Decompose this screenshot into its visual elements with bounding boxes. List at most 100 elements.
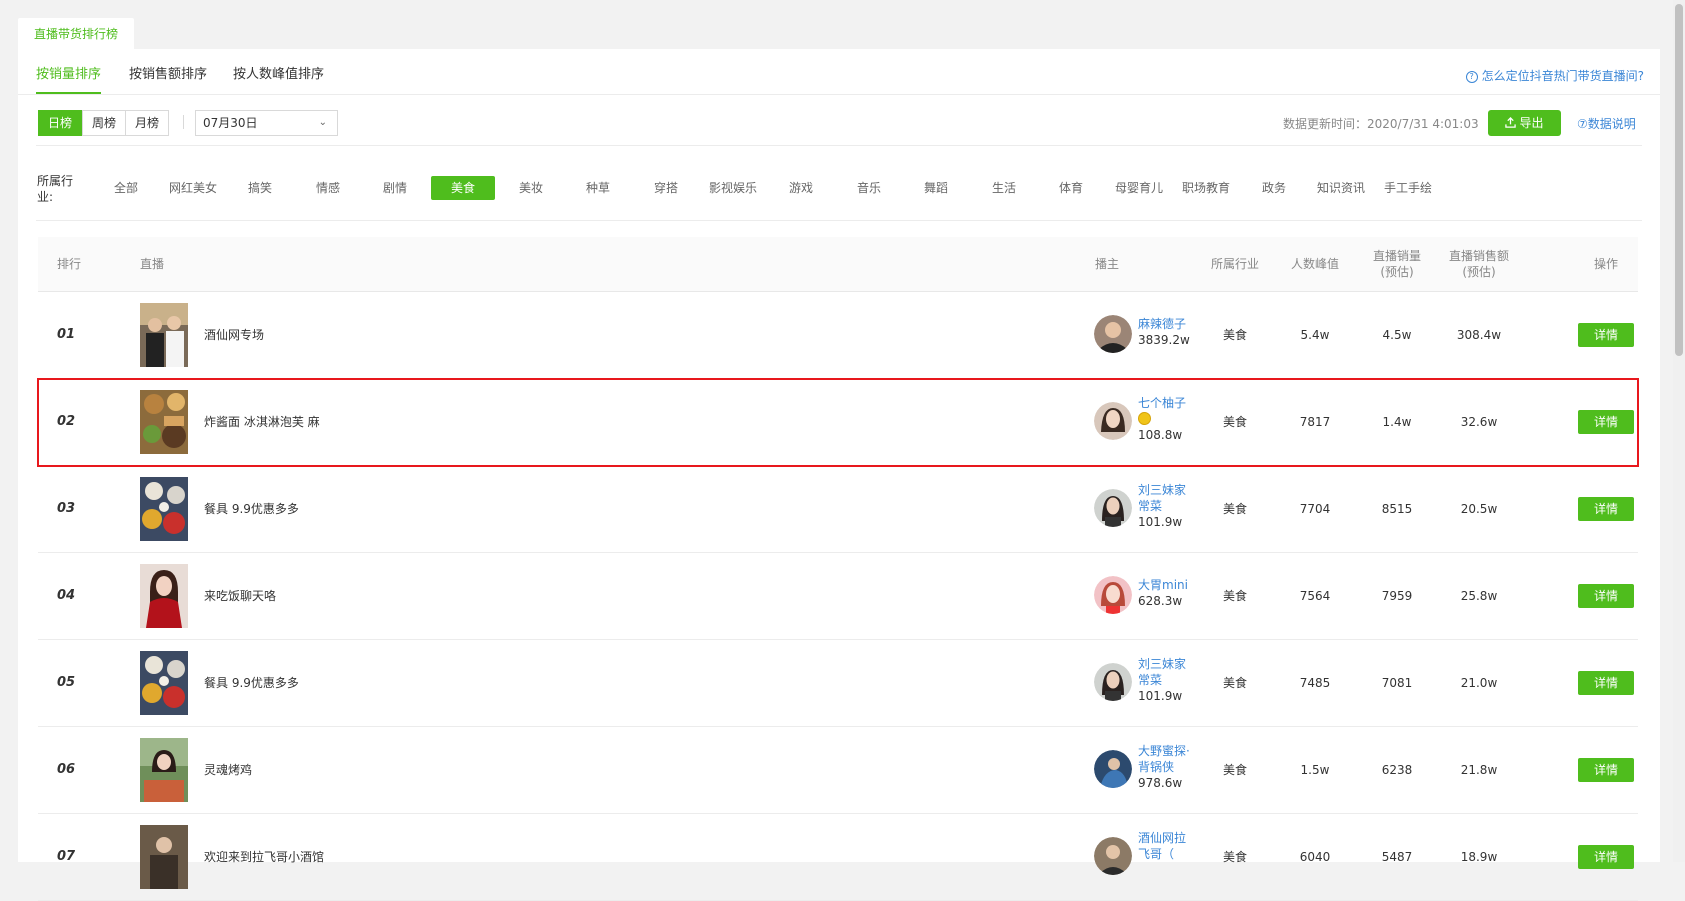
host-avatar[interactable] xyxy=(1094,489,1132,527)
live-title[interactable]: 来吃饭聊天咯 xyxy=(204,553,276,639)
table-header: 排行 直播 播主 所属行业 人数峰值 直播销量(预估) 直播销售额(预估) 操作 xyxy=(38,237,1638,292)
category-item[interactable]: 手工手绘 xyxy=(1384,176,1432,200)
col-peak: 人数峰值 xyxy=(1290,257,1339,271)
detail-button[interactable]: 详情 xyxy=(1578,584,1634,608)
live-thumbnail[interactable] xyxy=(140,738,188,802)
category-item[interactable]: 生活 xyxy=(992,176,1016,200)
export-button[interactable]: 导出 xyxy=(1488,110,1561,136)
host-name[interactable]: 刘三妹家常菜 xyxy=(1138,656,1192,688)
period-toggle: 日榜 周榜 月榜 xyxy=(38,110,169,136)
category-item[interactable]: 种草 xyxy=(586,176,610,200)
live-thumbnail[interactable] xyxy=(140,651,188,715)
col-sales: 直播销量(预估) xyxy=(1372,249,1421,279)
category-item[interactable]: 穿搭 xyxy=(654,176,678,200)
live-title[interactable]: 灵魂烤鸡 xyxy=(204,727,252,813)
category-item[interactable]: 舞蹈 xyxy=(924,176,948,200)
host-fans: 108.8w xyxy=(1138,428,1183,442)
live-title[interactable]: 酒仙网专场 xyxy=(204,292,264,378)
detail-button[interactable]: 详情 xyxy=(1578,758,1634,782)
detail-button[interactable]: 详情 xyxy=(1578,671,1634,695)
host-avatar[interactable] xyxy=(1094,837,1132,875)
tab-sort-by-sales[interactable]: 按销量排序 xyxy=(36,63,102,94)
peak-cell: 6040 xyxy=(1299,850,1331,864)
revenue-cell: 20.5w xyxy=(1460,502,1498,516)
live-thumbnail[interactable] xyxy=(140,477,188,541)
industry-cell: 美食 xyxy=(1222,589,1247,603)
industry-cell: 美食 xyxy=(1222,415,1247,429)
table-row: 07 欢迎来到拉飞哥小酒馆 酒仙网拉飞哥（ 美食 6040 5487 18.9w… xyxy=(38,814,1638,901)
host-name[interactable]: 大野蜜探·背锅侠 xyxy=(1138,743,1192,775)
host-avatar[interactable] xyxy=(1094,750,1132,788)
detail-button[interactable]: 详情 xyxy=(1578,323,1634,347)
tab-sort-by-revenue[interactable]: 按销售额排序 xyxy=(129,63,207,82)
category-item[interactable]: 网红美女 xyxy=(169,176,217,200)
category-filter: 所属行业: 全部 网红美女 搞笑 情感 剧情 美食 美妆 种草 穿搭 影视娱乐 … xyxy=(18,145,1660,221)
host-fans: 628.3w xyxy=(1138,594,1183,608)
rank-number: 01 xyxy=(57,327,76,342)
page-tab[interactable]: 直播带货排行榜 xyxy=(18,18,134,50)
host-name[interactable]: 刘三妹家常菜 xyxy=(1138,482,1192,514)
table-row: 04 来吃饭聊天咯 大胃mini 628.3w 美食 7564 7959 25.… xyxy=(38,553,1638,640)
category-item-active[interactable]: 美食 xyxy=(431,176,495,200)
category-item[interactable]: 职场教育 xyxy=(1182,176,1230,200)
page-scrollbar[interactable] xyxy=(1673,0,1685,862)
ranking-table: 排行 直播 播主 所属行业 人数峰值 直播销量(预估) 直播销售额(预估) 操作… xyxy=(37,237,1639,901)
data-note-link[interactable]: ⑦数据说明 xyxy=(1577,115,1636,132)
category-item[interactable]: 剧情 xyxy=(383,176,407,200)
host-name[interactable]: 麻辣德子 xyxy=(1138,316,1192,332)
category-item[interactable]: 母婴育儿 xyxy=(1115,176,1163,200)
ranking-panel: 按销量排序 按销售额排序 按人数峰值排序 ? 怎么定位抖音热门带货直播间? 日榜 … xyxy=(18,49,1660,901)
category-item[interactable]: 体育 xyxy=(1059,176,1083,200)
date-select[interactable]: 07月30日 ⌄ xyxy=(195,110,338,136)
host-avatar[interactable] xyxy=(1094,315,1132,353)
revenue-cell: 18.9w xyxy=(1460,850,1498,864)
host-fans: 101.9w xyxy=(1138,515,1183,529)
live-thumbnail[interactable] xyxy=(140,390,188,454)
help-link[interactable]: ? 怎么定位抖音热门带货直播间? xyxy=(1465,67,1644,84)
detail-button[interactable]: 详情 xyxy=(1578,410,1634,434)
category-item[interactable]: 音乐 xyxy=(857,176,881,200)
live-title[interactable]: 欢迎来到拉飞哥小酒馆 xyxy=(204,814,324,900)
live-thumbnail[interactable] xyxy=(140,303,188,367)
category-item[interactable]: 美妆 xyxy=(519,176,543,200)
live-thumbnail[interactable] xyxy=(140,564,188,628)
table-row: 03 餐具 9.9优惠多多 刘三妹家常菜 101.9w 美食 7704 8515… xyxy=(38,466,1638,553)
scrollbar-thumb[interactable] xyxy=(1675,4,1683,356)
sales-cell: 4.5w xyxy=(1382,328,1412,342)
update-time: 数据更新时间：2020/7/31 4:01:03 xyxy=(1283,117,1479,131)
live-thumbnail[interactable] xyxy=(140,825,188,889)
host-name[interactable]: 酒仙网拉飞哥（ xyxy=(1138,830,1192,862)
live-title[interactable]: 餐具 9.9优惠多多 xyxy=(204,466,299,552)
host-name[interactable]: 大胃mini xyxy=(1138,577,1192,593)
category-item[interactable]: 知识资讯 xyxy=(1317,176,1365,200)
host-name[interactable]: 七个柚子 xyxy=(1138,395,1192,411)
live-title[interactable]: 餐具 9.9优惠多多 xyxy=(204,640,299,726)
question-icon: ? xyxy=(1465,71,1478,83)
sales-cell: 1.4w xyxy=(1382,415,1412,429)
peak-cell: 1.5w xyxy=(1300,763,1330,777)
category-item[interactable]: 全部 xyxy=(114,176,138,200)
rank-number: 05 xyxy=(57,675,76,690)
host-avatar[interactable] xyxy=(1094,576,1132,614)
sales-cell: 7081 xyxy=(1381,676,1413,690)
rank-number: 02 xyxy=(57,414,76,429)
category-item[interactable]: 游戏 xyxy=(789,176,813,200)
tab-sort-by-peak[interactable]: 按人数峰值排序 xyxy=(233,63,324,82)
sales-cell: 8515 xyxy=(1381,502,1413,516)
host-avatar[interactable] xyxy=(1094,663,1132,701)
category-item[interactable]: 政务 xyxy=(1262,176,1286,200)
sales-cell: 7959 xyxy=(1381,589,1413,603)
upload-icon xyxy=(1505,117,1517,128)
detail-button[interactable]: 详情 xyxy=(1578,845,1634,869)
period-day-button[interactable]: 日榜 xyxy=(38,110,82,136)
live-title[interactable]: 炸酱面 冰淇淋泡芙 麻 xyxy=(204,379,320,465)
period-week-button[interactable]: 周榜 xyxy=(82,110,126,136)
col-host: 播主 xyxy=(1095,257,1120,271)
category-item[interactable]: 影视娱乐 xyxy=(709,176,757,200)
peak-cell: 5.4w xyxy=(1300,328,1330,342)
category-item[interactable]: 搞笑 xyxy=(248,176,272,200)
category-item[interactable]: 情感 xyxy=(316,176,340,200)
period-month-button[interactable]: 月榜 xyxy=(125,110,169,136)
detail-button[interactable]: 详情 xyxy=(1578,497,1634,521)
host-avatar[interactable] xyxy=(1094,402,1132,440)
